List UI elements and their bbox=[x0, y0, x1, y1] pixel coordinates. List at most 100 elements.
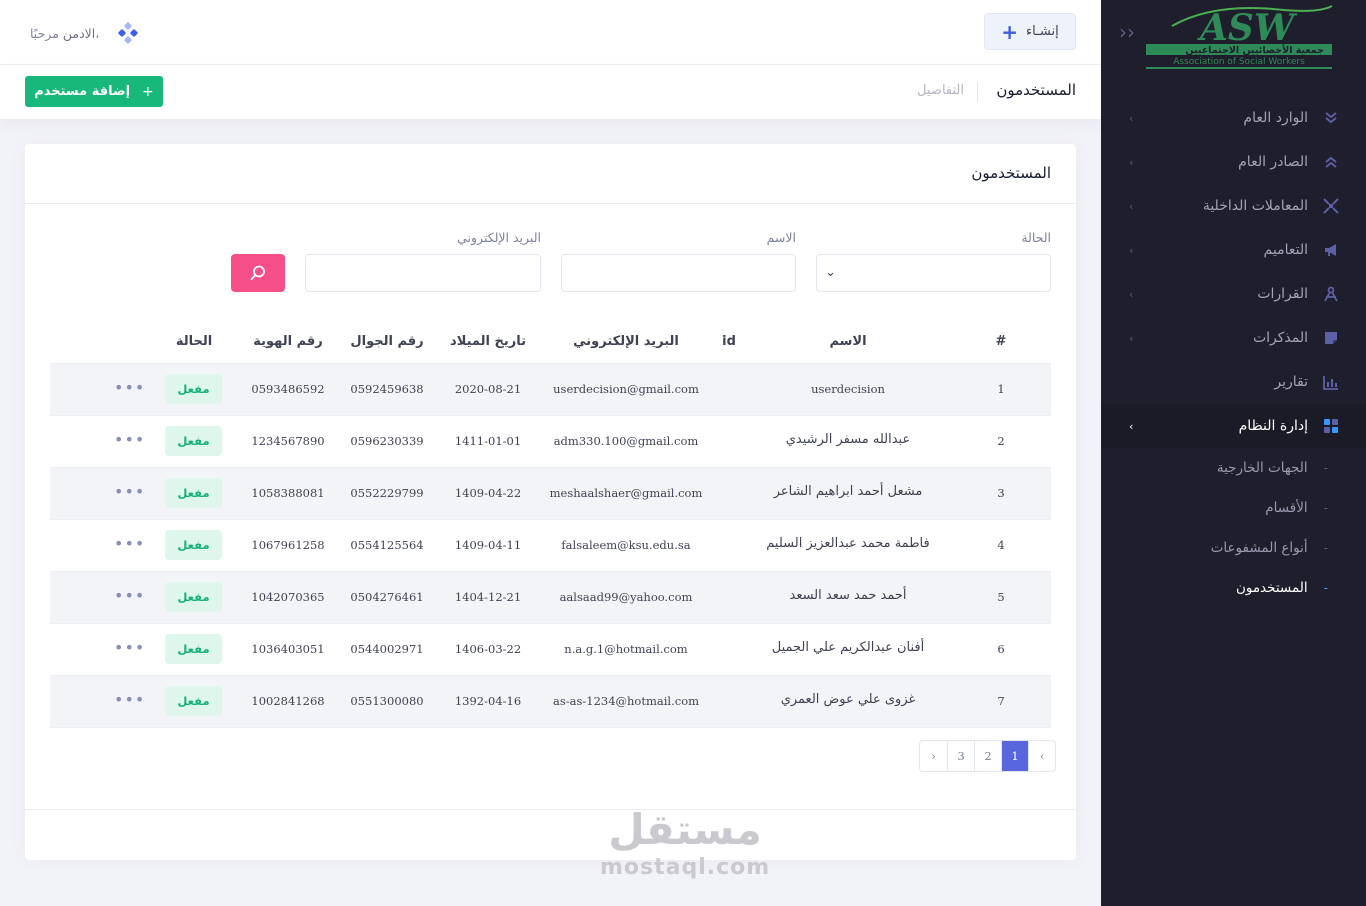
submenu-item-users[interactable]: المستخدمون - bbox=[1101, 568, 1366, 608]
sidebar-item-label: التعاميم bbox=[1263, 242, 1308, 258]
submenu-item-label: المستخدمون bbox=[1235, 580, 1308, 596]
cell-mobile: 0552229799 bbox=[350, 486, 424, 500]
pagination-page-3[interactable]: 3 bbox=[947, 741, 974, 771]
name-input[interactable] bbox=[561, 254, 796, 292]
cell-name: أحمد حمد سعد السعد bbox=[789, 588, 907, 603]
sidebar-item-internal-transactions[interactable]: ‹ المعاملات الداخلية bbox=[1101, 184, 1366, 228]
chevron-down-icon: ‹ bbox=[1129, 419, 1134, 433]
cell-birth: 1409-04-11 bbox=[454, 538, 522, 552]
pagination-next[interactable]: › bbox=[920, 741, 947, 771]
cell-name: أفنان عبدالكريم علي الجميل bbox=[771, 640, 925, 655]
breadcrumb[interactable]: التفاصيل bbox=[917, 83, 964, 98]
cell-email: userdecision@gmail.com bbox=[553, 382, 699, 396]
cell-birth: 2020-08-21 bbox=[454, 382, 522, 396]
cell-name: غزوى علي عوض العمري bbox=[780, 692, 916, 707]
sidebar-collapse-icon[interactable]: ›› bbox=[1119, 22, 1139, 42]
users-card: المستخدمون الحالة ⌄ الاسم البريد الإلكتر… bbox=[25, 144, 1076, 860]
sidebar-item-reports[interactable]: تقارير bbox=[1101, 360, 1366, 404]
page-title: المستخدمون bbox=[996, 81, 1076, 99]
submenu-item-attachment-types[interactable]: أنواع المشفوعات - bbox=[1101, 528, 1366, 568]
note-icon bbox=[1322, 329, 1340, 347]
asw-logo[interactable]: ASW جمعية الأخصائيين الاجتماعيين Associa… bbox=[1144, 4, 1334, 70]
cell-birth: 1406-03-22 bbox=[454, 642, 522, 656]
cell-birth: 1411-01-01 bbox=[454, 434, 522, 448]
double-chevron-down-icon bbox=[1322, 109, 1340, 127]
email-input[interactable] bbox=[305, 254, 541, 292]
status-select[interactable]: ⌄ bbox=[816, 254, 1051, 292]
sidebar-item-memos[interactable]: ‹ المذكرات bbox=[1101, 316, 1366, 360]
more-actions-icon[interactable]: ••• bbox=[114, 430, 145, 449]
cell-mobile: 0592459638 bbox=[350, 382, 424, 396]
table-row: 3 مشعل أحمد ابراهيم الشاعر meshaalshaer@gm… bbox=[50, 468, 1051, 520]
submenu-item-external-entities[interactable]: الجهات الخارجية - bbox=[1101, 448, 1366, 488]
logo-subtitle-en: Association of Social Workers bbox=[1173, 57, 1305, 67]
add-user-button[interactable]: إضافة مستخدم + bbox=[25, 76, 163, 107]
cell-national-id: 1002841268 bbox=[251, 694, 325, 708]
chevron-left-icon: ‹ bbox=[1129, 331, 1134, 345]
col-birth: تاريخ الميلاد bbox=[450, 334, 526, 349]
submenu-item-label: الجهات الخارجية bbox=[1216, 460, 1308, 476]
submenu-item-label: أنواع المشفوعات bbox=[1210, 540, 1308, 556]
user-area[interactable]: الادمن مرحبًا، bbox=[30, 22, 139, 44]
submenu-item-label: الأقسام bbox=[1265, 500, 1308, 516]
cell-num: 6 bbox=[997, 642, 1005, 656]
bar-chart-icon bbox=[1322, 373, 1340, 391]
cell-num: 7 bbox=[997, 694, 1005, 708]
status-badge: مفعل bbox=[165, 686, 222, 716]
sidebar-item-decisions[interactable]: ‹ القرارات bbox=[1101, 272, 1366, 316]
submenu-item-departments[interactable]: الأقسام - bbox=[1101, 488, 1366, 528]
sidebar-item-general-inbox[interactable]: ‹ الوارد العام bbox=[1101, 96, 1366, 140]
table-row: 4 فاطمة محمد عبدالعزيز السليم falsaleem@ks… bbox=[50, 520, 1051, 572]
sidebar-item-label: إدارة النظام bbox=[1238, 418, 1308, 434]
cell-name: مشعل أحمد ابراهيم الشاعر bbox=[773, 484, 923, 499]
pagination-page-1[interactable]: 1 bbox=[1001, 741, 1028, 771]
col-status: الحالة bbox=[175, 334, 213, 349]
pagination-page-2[interactable]: 2 bbox=[974, 741, 1001, 771]
arrows-in-icon bbox=[1322, 197, 1340, 215]
col-mobile: رقم الجوال bbox=[350, 334, 424, 349]
more-actions-icon[interactable]: ••• bbox=[114, 482, 145, 501]
add-user-label: إضافة مستخدم bbox=[34, 84, 131, 99]
search-icon bbox=[250, 265, 265, 281]
sidebar-item-circulars[interactable]: ‹ التعاميم bbox=[1101, 228, 1366, 272]
status-badge: مفعل bbox=[165, 530, 222, 560]
search-button[interactable] bbox=[231, 254, 285, 292]
pagination-prev[interactable]: ‹ bbox=[1028, 741, 1055, 771]
more-actions-icon[interactable]: ••• bbox=[114, 690, 145, 709]
cell-name: userdecision bbox=[811, 382, 885, 396]
cell-email: as-as-1234@hotmail.com bbox=[552, 694, 700, 708]
sidebar-item-system-admin[interactable]: ‹ إدارة النظام bbox=[1101, 404, 1366, 448]
status-badge: مفعل bbox=[165, 478, 222, 508]
apps-icon[interactable] bbox=[117, 22, 139, 44]
cell-num: 4 bbox=[997, 538, 1005, 552]
dash-icon: - bbox=[1323, 541, 1328, 555]
create-button[interactable]: + إنشـاء bbox=[984, 13, 1076, 50]
top-header: + إنشـاء الادمن مرحبًا، bbox=[0, 0, 1101, 65]
cell-birth: 1392-04-16 bbox=[454, 694, 522, 708]
cell-num: 1 bbox=[997, 382, 1005, 396]
col-national-id: رقم الهوية bbox=[253, 334, 323, 349]
cell-email: aalsaad99@yahoo.com bbox=[559, 590, 693, 604]
sidebar-menu: ‹ الوارد العام ‹ الصادر العام ‹ المعاملا… bbox=[1101, 96, 1366, 608]
more-actions-icon[interactable]: ••• bbox=[114, 534, 145, 553]
more-actions-icon[interactable]: ••• bbox=[114, 378, 145, 397]
more-actions-icon[interactable]: ••• bbox=[114, 586, 145, 605]
sidebar-item-label: الوارد العام bbox=[1243, 110, 1308, 126]
sidebar-item-general-outbox[interactable]: ‹ الصادر العام bbox=[1101, 140, 1366, 184]
more-actions-icon[interactable]: ••• bbox=[114, 638, 145, 657]
col-name: الاسم bbox=[829, 334, 867, 349]
watermark-english: mostaql.com bbox=[600, 855, 771, 880]
table-row: 6 أفنان عبدالكريم علي الجميل n.a.g.1@hotma… bbox=[50, 624, 1051, 676]
username: الادمن bbox=[62, 25, 96, 41]
plus-icon: + bbox=[1001, 19, 1019, 44]
status-badge: مفعل bbox=[165, 426, 222, 456]
users-table: # الاسم id البريد الإلكتروني تاريخ الميل… bbox=[50, 326, 1051, 728]
cell-mobile: 0596230339 bbox=[350, 434, 424, 448]
sidebar-item-label: المعاملات الداخلية bbox=[1202, 198, 1308, 214]
cell-mobile: 0504276461 bbox=[350, 590, 424, 604]
watermark: مستقل mostaql.com bbox=[600, 805, 770, 890]
col-id: id bbox=[722, 334, 736, 349]
table-row: 5 أحمد حمد سعد السعد aalsaad99@yahoo.com 14… bbox=[50, 572, 1051, 624]
name-filter-label: الاسم bbox=[766, 230, 796, 245]
cell-email: adm330.100@gmail.com bbox=[553, 434, 699, 448]
